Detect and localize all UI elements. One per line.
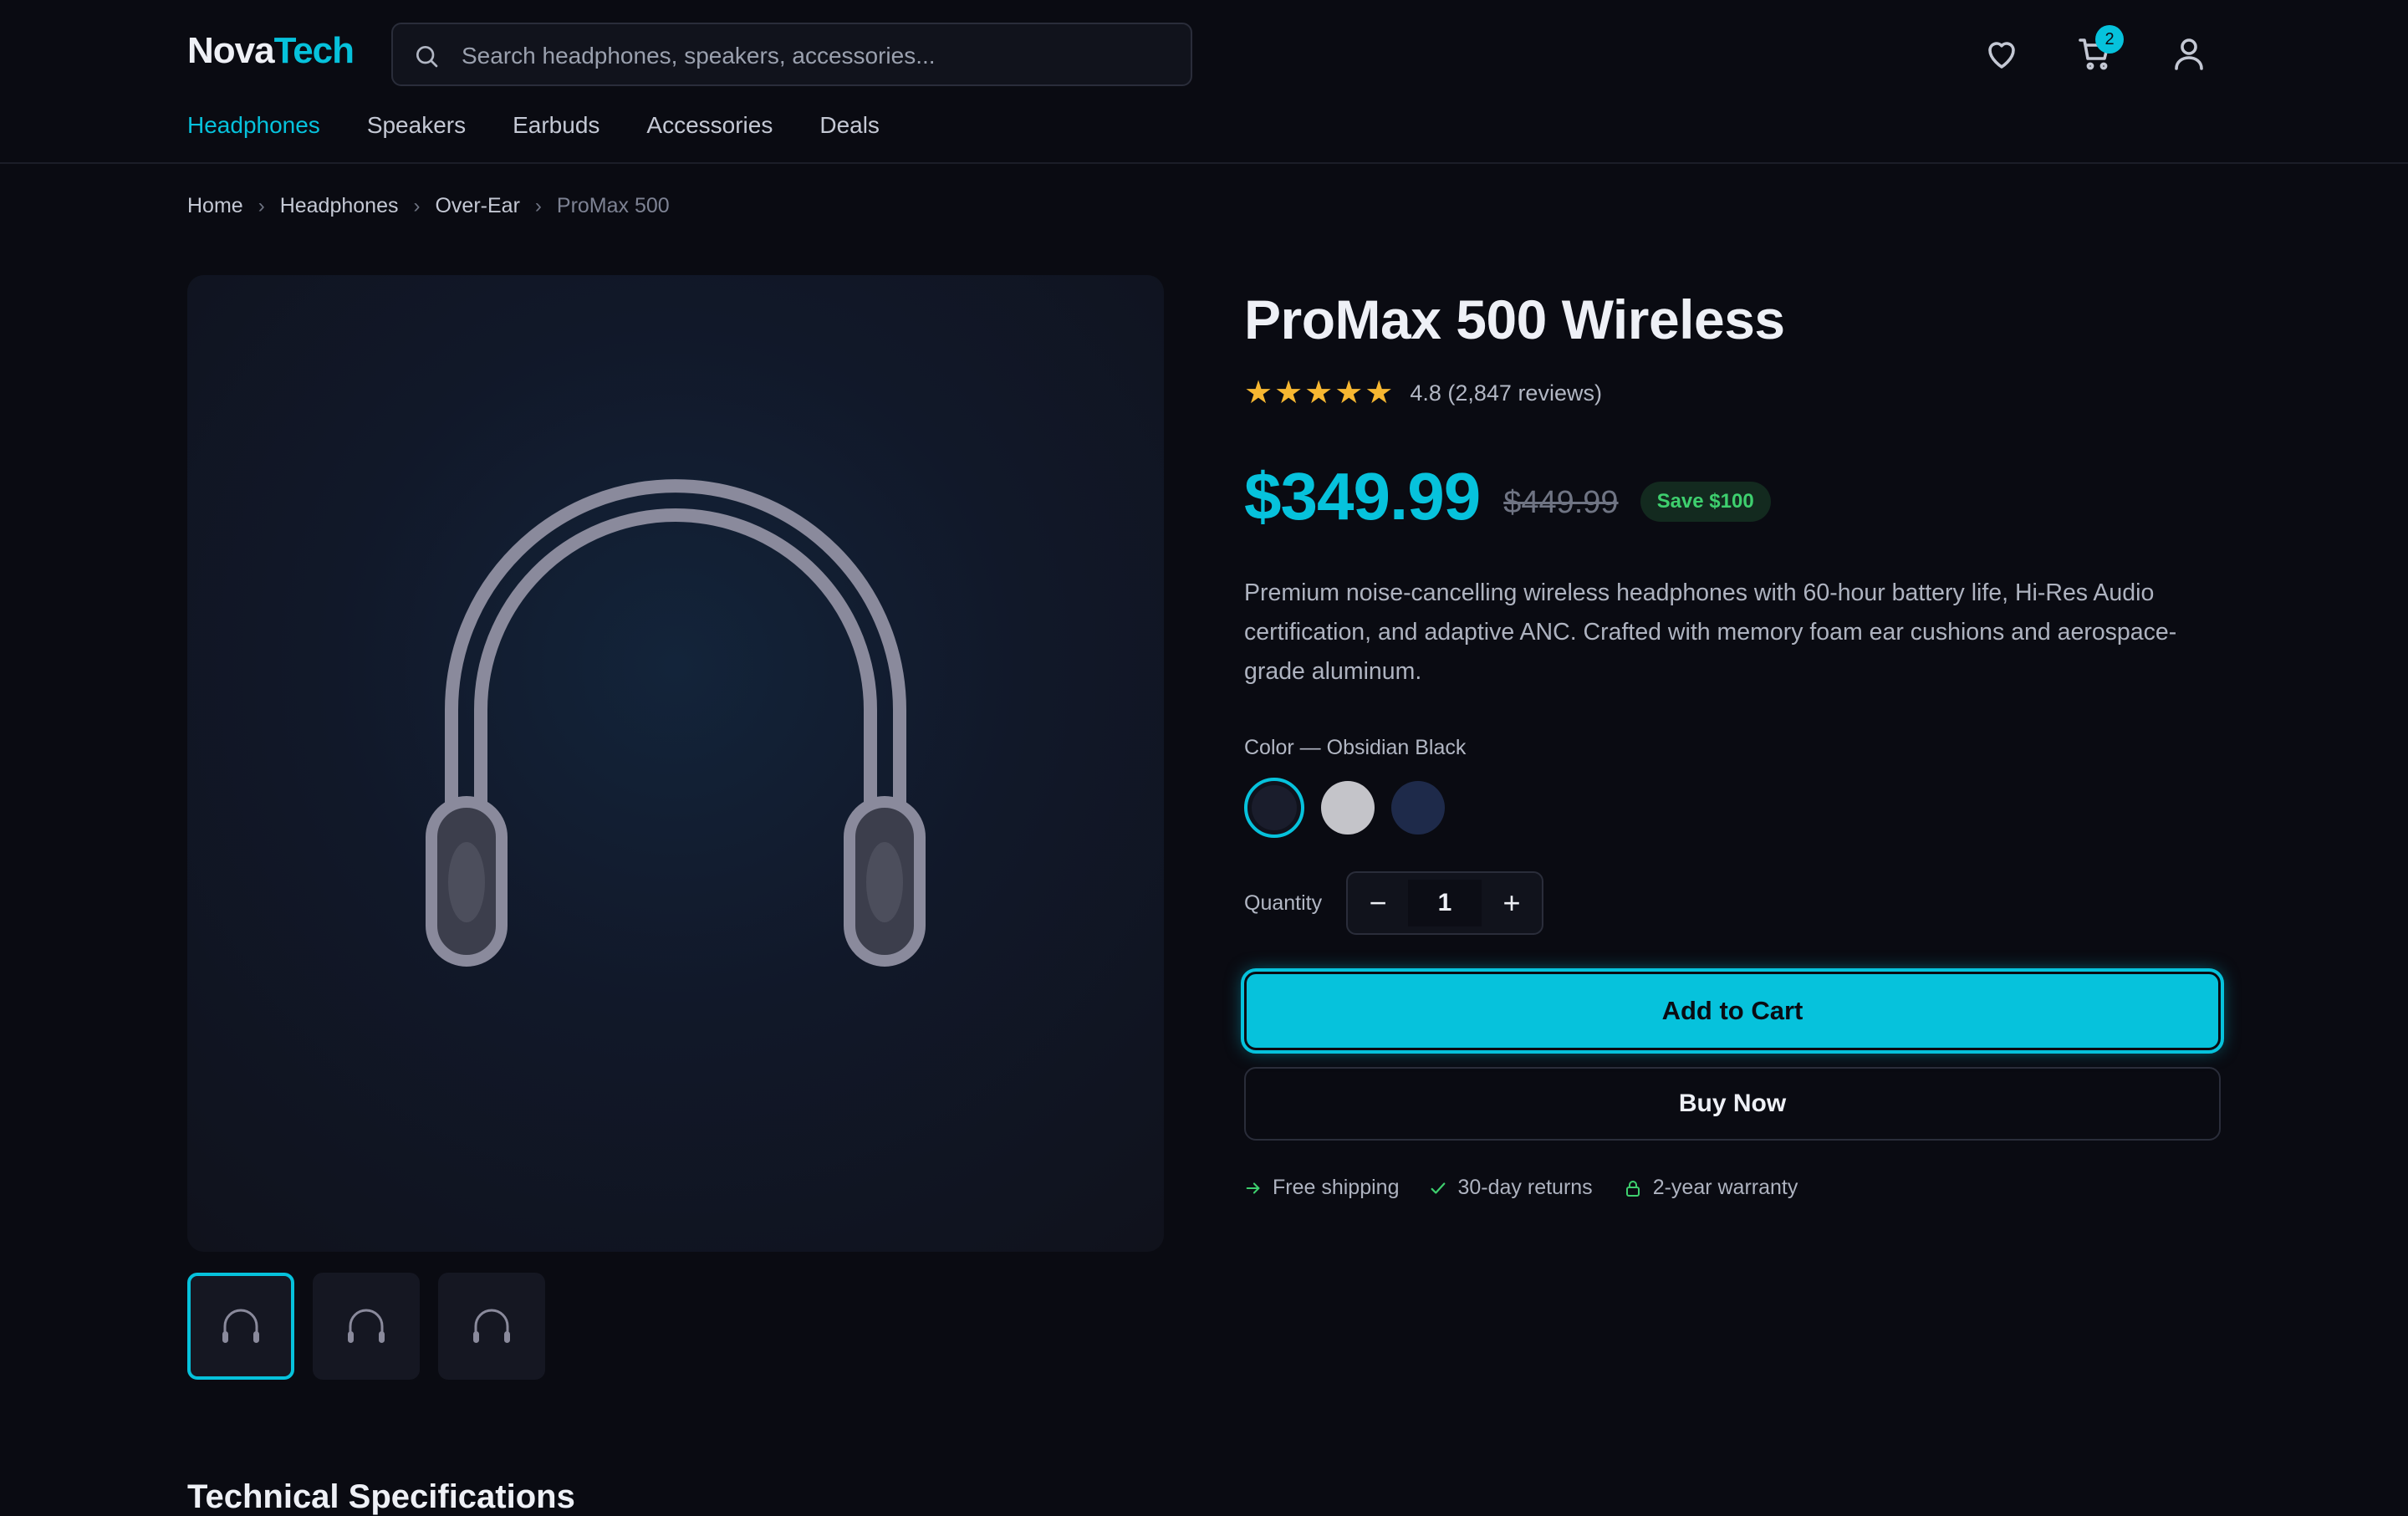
specs-section-title: Technical Specifications bbox=[187, 1478, 575, 1515]
breadcrumb-current: ProMax 500 bbox=[556, 194, 670, 217]
color-swatch-silver[interactable] bbox=[1321, 781, 1375, 835]
lock-icon bbox=[1625, 1180, 1640, 1197]
original-price: $449.99 bbox=[1503, 484, 1619, 520]
quantity-decrease-button[interactable]: − bbox=[1354, 881, 1401, 925]
logo[interactable]: NovaTech bbox=[187, 30, 355, 72]
star-rating-icon: ★★★★★ bbox=[1244, 375, 1395, 411]
product-rating: ★★★★★ 4.8 (2,847 reviews) bbox=[1244, 375, 1602, 411]
quantity-label: Quantity bbox=[1244, 891, 1323, 915]
nav-deals[interactable]: Deals bbox=[819, 112, 880, 139]
add-to-cart-button[interactable]: Add to Cart bbox=[1241, 968, 2224, 1054]
perk-label: Free shipping bbox=[1273, 1176, 1400, 1199]
perk-warranty: 2-year warranty bbox=[1623, 1176, 1798, 1200]
logo-part-nova: Nova bbox=[187, 30, 275, 71]
search-input[interactable]: Search headphones, speakers, accessories… bbox=[391, 23, 1192, 86]
arrow-right-icon bbox=[1246, 1182, 1260, 1194]
current-price: $349.99 bbox=[1244, 459, 1481, 533]
site-header: NovaTech Search headphones, speakers, ac… bbox=[0, 0, 2408, 164]
user-icon[interactable] bbox=[2169, 33, 2209, 74]
rating-text[interactable]: 4.8 (2,847 reviews) bbox=[1410, 380, 1602, 406]
product-title: ProMax 500 Wireless bbox=[1244, 288, 1785, 350]
thumbnail-strip bbox=[187, 1273, 545, 1380]
nav-earbuds[interactable]: Earbuds bbox=[513, 112, 599, 139]
check-icon bbox=[1431, 1182, 1446, 1194]
chevron-right-icon: › bbox=[258, 194, 265, 217]
swatch-fill bbox=[1252, 785, 1297, 830]
breadcrumb-headphones[interactable]: Headphones bbox=[280, 194, 399, 218]
category-nav: Headphones Speakers Earbuds Accessories … bbox=[187, 112, 880, 139]
perk-returns: 30-day returns bbox=[1429, 1176, 1593, 1200]
quantity-stepper: − 1 + bbox=[1346, 871, 1543, 935]
thumbnail-2[interactable] bbox=[313, 1273, 420, 1380]
headphones-illustration bbox=[426, 479, 926, 967]
perk-label: 30-day returns bbox=[1457, 1176, 1593, 1199]
buy-now-button[interactable]: Buy Now bbox=[1244, 1067, 2221, 1141]
chevron-right-icon: › bbox=[534, 194, 542, 217]
nav-headphones[interactable]: Headphones bbox=[187, 112, 320, 139]
headphones-thumb-icon bbox=[473, 1309, 510, 1343]
headphones-thumb-icon bbox=[348, 1309, 385, 1343]
color-swatch-obsidian-black[interactable] bbox=[1244, 778, 1304, 838]
search-icon bbox=[416, 46, 438, 68]
product-image bbox=[187, 275, 1164, 1252]
color-swatches bbox=[1244, 778, 1445, 838]
product-description: Premium noise-cancelling wireless headph… bbox=[1244, 579, 2177, 685]
thumbnail-1[interactable] bbox=[187, 1273, 294, 1380]
search-placeholder: Search headphones, speakers, accessories… bbox=[462, 43, 936, 69]
quantity-value[interactable]: 1 bbox=[1408, 880, 1482, 926]
color-label: Color — Obsidian Black bbox=[1244, 736, 1467, 759]
breadcrumb-over-ear[interactable]: Over-Ear bbox=[435, 194, 519, 218]
breadcrumb-home[interactable]: Home bbox=[187, 194, 243, 218]
perk-free-shipping: Free shipping bbox=[1244, 1176, 1399, 1200]
color-swatch-navy[interactable] bbox=[1391, 781, 1445, 835]
nav-accessories[interactable]: Accessories bbox=[646, 112, 773, 139]
nav-speakers[interactable]: Speakers bbox=[367, 112, 466, 139]
save-badge: Save $100 bbox=[1640, 482, 1771, 522]
logo-part-tech: Tech bbox=[273, 30, 355, 71]
chevron-right-icon: › bbox=[413, 194, 421, 217]
breadcrumb: Home › Headphones › Over-Ear › ProMax 50… bbox=[187, 194, 670, 218]
quantity-increase-button[interactable]: + bbox=[1488, 881, 1535, 925]
perk-label: 2-year warranty bbox=[1652, 1176, 1798, 1199]
heart-icon[interactable] bbox=[1982, 33, 2022, 74]
cart-count-badge: 2 bbox=[2095, 25, 2124, 54]
price-row: $349.99 $449.99 Save $100 bbox=[1244, 458, 1771, 535]
thumbnail-3[interactable] bbox=[438, 1273, 545, 1380]
headphones-thumb-icon bbox=[222, 1309, 259, 1343]
perks-list: Free shipping 30-day returns 2-year warr… bbox=[1244, 1176, 1798, 1200]
